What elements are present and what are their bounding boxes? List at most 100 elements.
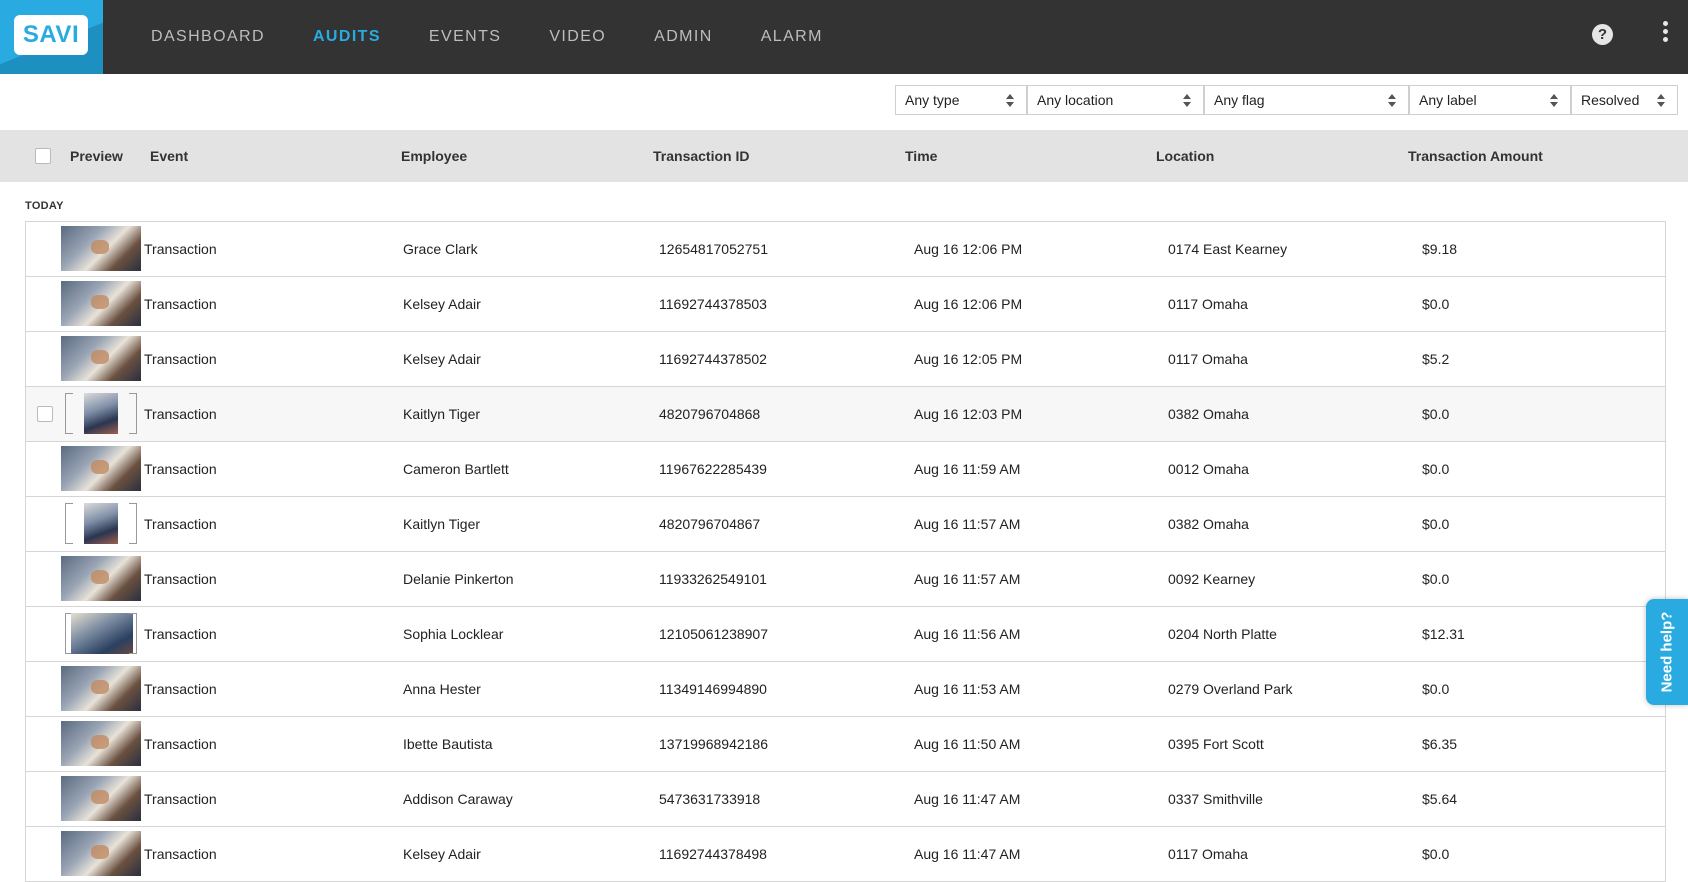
table-row[interactable]: Transaction Grace Clark 12654817052751 Aug … bbox=[26, 222, 1665, 277]
table-row[interactable]: Transaction Kelsey Adair 11692744378498 Aug… bbox=[26, 827, 1665, 882]
select-all-checkbox[interactable] bbox=[35, 148, 51, 164]
amount-cell: $6.35 bbox=[1422, 736, 1458, 752]
event-cell: Transaction bbox=[144, 241, 217, 257]
type-filter-value: Any type bbox=[905, 92, 960, 108]
table-row[interactable]: Transaction Sophia Locklear 12105061238907… bbox=[26, 607, 1665, 662]
event-cell: Transaction bbox=[144, 516, 217, 532]
row-checkbox[interactable] bbox=[37, 406, 53, 422]
time-cell: Aug 16 12:06 PM bbox=[914, 296, 1023, 312]
status-filter-select[interactable]: Resolved bbox=[1571, 85, 1678, 115]
preview-thumbnail[interactable] bbox=[61, 336, 141, 381]
need-help-label: Need help? bbox=[1658, 611, 1676, 693]
employee-cell: Anna Hester bbox=[403, 681, 481, 697]
event-cell: Transaction bbox=[144, 626, 217, 642]
employee-cell: Kaitlyn Tiger bbox=[403, 516, 481, 532]
sort-arrows-icon bbox=[1388, 94, 1396, 108]
transactions-list: Transaction Grace Clark 12654817052751 Aug … bbox=[25, 221, 1666, 882]
col-employee[interactable]: Employee bbox=[401, 148, 467, 164]
need-help-button[interactable]: Need help? bbox=[1646, 599, 1688, 705]
nav-audits[interactable]: AUDITS bbox=[313, 28, 381, 46]
sort-arrows-icon bbox=[1550, 94, 1558, 108]
preview-thumbnail[interactable] bbox=[61, 776, 141, 821]
amount-cell: $9.18 bbox=[1422, 241, 1458, 257]
flag-filter-value: Any flag bbox=[1214, 92, 1265, 108]
col-time[interactable]: Time bbox=[905, 148, 937, 164]
table-row[interactable]: Transaction Ibette Bautista 13719968942186… bbox=[26, 717, 1665, 772]
preview-thumbnail[interactable] bbox=[61, 721, 141, 766]
nav-alarm[interactable]: ALARM bbox=[761, 28, 823, 46]
employee-cell: Addison Caraway bbox=[403, 791, 513, 807]
time-cell: Aug 16 11:57 AM bbox=[914, 516, 1021, 532]
table-row[interactable]: Transaction Kelsey Adair 11692744378503 Aug… bbox=[26, 277, 1665, 332]
savi-logo[interactable]: SAVI bbox=[0, 0, 103, 74]
location-cell: 0012 Omaha bbox=[1168, 461, 1249, 477]
employee-cell: Cameron Bartlett bbox=[403, 461, 509, 477]
col-location[interactable]: Location bbox=[1156, 148, 1214, 164]
type-filter-select[interactable]: Any type bbox=[895, 85, 1027, 115]
transaction-id-cell: 4820796704868 bbox=[659, 406, 761, 422]
flag-filter-select[interactable]: Any flag bbox=[1204, 85, 1409, 115]
transaction-id-cell: 11933262549101 bbox=[659, 571, 767, 587]
event-cell: Transaction bbox=[144, 846, 217, 862]
nav-dashboard[interactable]: DASHBOARD bbox=[151, 28, 265, 46]
nav-events[interactable]: EVENTS bbox=[429, 28, 501, 46]
employee-cell: Kelsey Adair bbox=[403, 846, 481, 862]
preview-thumbnail[interactable] bbox=[61, 831, 141, 876]
preview-thumbnail[interactable] bbox=[61, 226, 141, 271]
table-row[interactable]: Transaction Delanie Pinkerton 119332625491… bbox=[26, 552, 1665, 607]
location-cell: 0092 Kearney bbox=[1168, 571, 1256, 587]
preview-thumbnail[interactable] bbox=[61, 391, 141, 436]
col-preview: Preview bbox=[70, 148, 123, 164]
status-filter-value: Resolved bbox=[1581, 92, 1640, 108]
table-row[interactable]: Transaction Kaitlyn Tiger 4820796704868 Aug… bbox=[26, 387, 1665, 442]
time-cell: Aug 16 11:47 AM bbox=[914, 791, 1021, 807]
table-row[interactable]: Transaction Addison Caraway 5473631733918 A… bbox=[26, 772, 1665, 827]
transaction-id-cell: 4820796704867 bbox=[659, 516, 761, 532]
sort-arrows-icon bbox=[1657, 94, 1665, 108]
amount-cell: $0.0 bbox=[1422, 461, 1450, 477]
nav-video[interactable]: VIDEO bbox=[549, 28, 606, 46]
table-row[interactable]: Transaction Kelsey Adair 11692744378502 Aug… bbox=[26, 332, 1665, 387]
location-cell: 0395 Fort Scott bbox=[1168, 736, 1264, 752]
nav-admin[interactable]: ADMIN bbox=[654, 28, 713, 46]
preview-thumbnail[interactable] bbox=[61, 666, 141, 711]
transaction-id-cell: 13719968942186 bbox=[659, 736, 769, 752]
event-cell: Transaction bbox=[144, 461, 217, 477]
location-cell: 0279 Overland Park bbox=[1168, 681, 1293, 697]
label-filter-select[interactable]: Any label bbox=[1409, 85, 1571, 115]
preview-thumbnail[interactable] bbox=[61, 281, 141, 326]
amount-cell: $0.0 bbox=[1422, 296, 1450, 312]
preview-thumbnail[interactable] bbox=[61, 501, 141, 546]
event-cell: Transaction bbox=[144, 571, 217, 587]
group-label-today: TODAY bbox=[25, 200, 64, 212]
amount-cell: $5.2 bbox=[1422, 351, 1450, 367]
col-transaction-amount[interactable]: Transaction Amount bbox=[1408, 148, 1543, 164]
preview-thumbnail[interactable] bbox=[61, 611, 141, 656]
kebab-menu-icon[interactable] bbox=[1660, 18, 1670, 48]
time-cell: Aug 16 12:06 PM bbox=[914, 241, 1023, 257]
location-cell: 0117 Omaha bbox=[1168, 296, 1248, 312]
logo-text: SAVI bbox=[14, 15, 88, 55]
table-row[interactable]: Transaction Kaitlyn Tiger 4820796704867 Aug… bbox=[26, 497, 1665, 552]
label-filter-value: Any label bbox=[1419, 92, 1477, 108]
time-cell: Aug 16 11:59 AM bbox=[914, 461, 1021, 477]
location-cell: 0174 East Kearney bbox=[1168, 241, 1288, 257]
table-row[interactable]: Transaction Cameron Bartlett 1196762228543… bbox=[26, 442, 1665, 497]
amount-cell: $5.64 bbox=[1422, 791, 1458, 807]
transaction-id-cell: 12105061238907 bbox=[659, 626, 769, 642]
question-circle-icon[interactable]: ? bbox=[1592, 24, 1613, 45]
employee-cell: Kaitlyn Tiger bbox=[403, 406, 481, 422]
time-cell: Aug 16 11:57 AM bbox=[914, 571, 1021, 587]
amount-cell: $0.0 bbox=[1422, 681, 1450, 697]
transaction-id-cell: 5473631733918 bbox=[659, 791, 761, 807]
col-event[interactable]: Event bbox=[150, 148, 188, 164]
location-filter-select[interactable]: Any location bbox=[1027, 85, 1204, 115]
amount-cell: $12.31 bbox=[1422, 626, 1465, 642]
preview-thumbnail[interactable] bbox=[61, 446, 141, 491]
col-transaction-id[interactable]: Transaction ID bbox=[653, 148, 749, 164]
preview-thumbnail[interactable] bbox=[61, 556, 141, 601]
event-cell: Transaction bbox=[144, 681, 217, 697]
location-cell: 0117 Omaha bbox=[1168, 351, 1248, 367]
table-row[interactable]: Transaction Anna Hester 11349146994890 Aug … bbox=[26, 662, 1665, 717]
employee-cell: Sophia Locklear bbox=[403, 626, 504, 642]
